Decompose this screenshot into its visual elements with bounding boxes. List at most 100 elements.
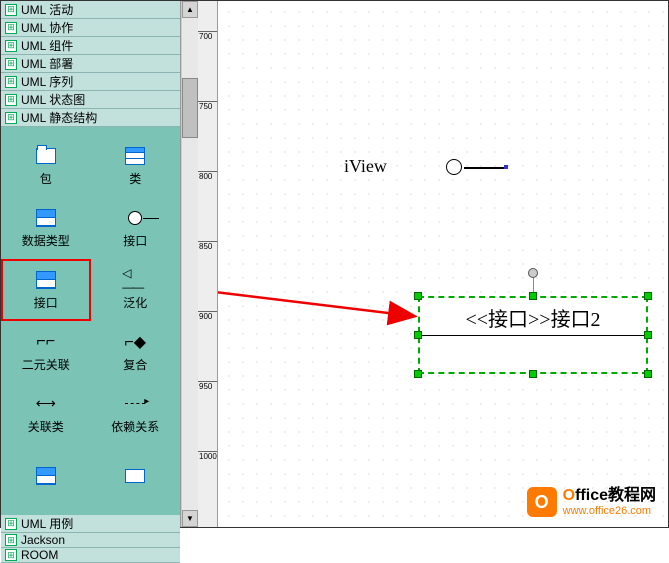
shape-label: 类 — [129, 170, 141, 187]
watermark-icon: O — [527, 487, 557, 517]
iview-connector-line[interactable] — [464, 167, 504, 169]
tree-label: UML 部署 — [21, 55, 73, 72]
dependency-icon — [125, 403, 145, 404]
shape-label: 数据类型 — [22, 232, 70, 249]
shape-panel: 包 类 数据类型 接口 接口 泛化 ⌐⌐ — [1, 127, 180, 515]
watermark-title: Office教程网 — [563, 487, 656, 505]
assoc-class-icon — [33, 394, 59, 414]
vertical-ruler: 700 750 800 850 900 950 1000 — [198, 1, 218, 527]
shape-label: 泛化 — [123, 294, 147, 311]
shape-class[interactable]: 类 — [91, 135, 181, 197]
generalization-icon — [122, 270, 148, 290]
tree-label: UML 用例 — [21, 515, 73, 532]
interface-shape-selected[interactable]: <<接口>>接口2 — [418, 296, 648, 374]
watermark: O Office教程网 www.office26.com — [527, 487, 656, 517]
watermark-url: www.office26.com — [563, 505, 656, 517]
tree-label: ROOM — [21, 548, 58, 562]
tree-item-uml-sequence[interactable]: UML 序列 — [1, 73, 180, 91]
interface-box-icon — [36, 271, 56, 289]
shape-label: 接口 — [123, 232, 147, 249]
scroll-up-icon[interactable]: ▲ — [182, 1, 198, 18]
binary-assoc-icon: ⌐⌐ — [33, 332, 59, 352]
ruler-tick: 950 — [198, 381, 217, 391]
composition-icon: ⌐◆ — [122, 332, 148, 352]
scroll-thumb[interactable] — [182, 78, 198, 138]
expand-icon — [5, 112, 17, 124]
shape-datatype[interactable]: 数据类型 — [1, 197, 91, 259]
drawing-canvas[interactable]: iView <<接口>>接口2 O — [218, 1, 668, 527]
interface-lollipop-icon — [128, 211, 142, 225]
scroll-down-icon[interactable]: ▼ — [182, 510, 198, 527]
tree-label: UML 组件 — [21, 37, 73, 54]
shape-generalization[interactable]: 泛化 — [91, 259, 181, 321]
package-icon — [36, 148, 56, 164]
expand-icon — [5, 534, 17, 546]
shape-label: 二元关联 — [22, 356, 70, 373]
tree-item-uml-usecase[interactable]: UML 用例 — [1, 515, 180, 533]
resize-handle-sw[interactable] — [414, 370, 422, 378]
expand-icon — [5, 76, 17, 88]
class-icon — [125, 147, 145, 165]
shape-binary-assoc[interactable]: ⌐⌐ 二元关联 — [1, 321, 91, 383]
shape-composition[interactable]: ⌐◆ 复合 — [91, 321, 181, 383]
expand-icon — [5, 549, 17, 561]
stencil-sidebar: UML 活动 UML 协作 UML 组件 UML 部署 UML 序列 UML 状… — [1, 1, 181, 527]
resize-handle-w[interactable] — [414, 331, 422, 339]
shape-package[interactable]: 包 — [1, 135, 91, 197]
tree-item-uml-component[interactable]: UML 组件 — [1, 37, 180, 55]
resize-handle-nw[interactable] — [414, 292, 422, 300]
shape-extra1[interactable] — [1, 445, 91, 507]
expand-icon — [5, 40, 17, 52]
shape-interface-box[interactable]: 接口 — [1, 259, 91, 321]
tree-item-uml-collab[interactable]: UML 协作 — [1, 19, 180, 37]
shape-assoc-class[interactable]: 关联类 — [1, 383, 91, 445]
shape-extra2[interactable] — [91, 445, 181, 507]
tree-label: UML 活动 — [21, 1, 73, 18]
tree-item-jackson[interactable]: Jackson — [1, 533, 180, 548]
expand-icon — [5, 22, 17, 34]
resize-handle-ne[interactable] — [644, 292, 652, 300]
extra-icon — [125, 469, 145, 483]
tree-item-uml-state[interactable]: UML 状态图 — [1, 91, 180, 109]
ruler-tick: 750 — [198, 101, 217, 111]
datatype-icon — [36, 209, 56, 227]
shape-label: 关联类 — [28, 418, 64, 435]
shape-label: 接口 — [34, 294, 58, 311]
ruler-tick: 900 — [198, 311, 217, 321]
tree-item-uml-static[interactable]: UML 静态结构 — [1, 109, 180, 127]
tree-label: UML 静态结构 — [21, 109, 97, 126]
ruler-tick: 850 — [198, 241, 217, 251]
iview-endpoint[interactable] — [504, 165, 508, 169]
ruler-tick: 700 — [198, 31, 217, 41]
extra-icon — [36, 467, 56, 485]
sidebar-scrollbar[interactable]: ▲ ▼ — [181, 1, 198, 527]
stereotype-text: <<接口>> — [465, 303, 550, 332]
shape-interface-lollipop[interactable]: 接口 — [91, 197, 181, 259]
expand-icon — [5, 4, 17, 16]
tree-label: UML 协作 — [21, 19, 73, 36]
tree-item-uml-deploy[interactable]: UML 部署 — [1, 55, 180, 73]
tree-label: Jackson — [21, 533, 65, 547]
shape-dependency[interactable]: 依赖关系 — [91, 383, 181, 445]
iview-label[interactable]: iView — [344, 156, 387, 177]
tree-item-uml-activity[interactable]: UML 活动 — [1, 1, 180, 19]
rotation-handle[interactable] — [528, 268, 538, 278]
expand-icon — [5, 94, 17, 106]
interface-title[interactable]: <<接口>>接口2 — [422, 300, 644, 336]
interface-name-text: 接口2 — [551, 303, 601, 332]
tree-label: UML 状态图 — [21, 91, 85, 108]
shape-label: 包 — [40, 170, 52, 187]
iview-interface-circle[interactable] — [446, 159, 462, 175]
ruler-tick: 800 — [198, 171, 217, 181]
selection-border: <<接口>>接口2 — [418, 296, 648, 374]
resize-handle-e[interactable] — [644, 331, 652, 339]
resize-handle-se[interactable] — [644, 370, 652, 378]
ruler-tick: 1000 — [198, 451, 217, 461]
shape-label: 依赖关系 — [111, 418, 159, 435]
resize-handle-s[interactable] — [529, 370, 537, 378]
tree-label: UML 序列 — [21, 73, 73, 90]
shape-label: 复合 — [123, 356, 147, 373]
tree-item-room[interactable]: ROOM — [1, 548, 180, 563]
rotation-line — [533, 278, 534, 292]
resize-handle-n[interactable] — [529, 292, 537, 300]
